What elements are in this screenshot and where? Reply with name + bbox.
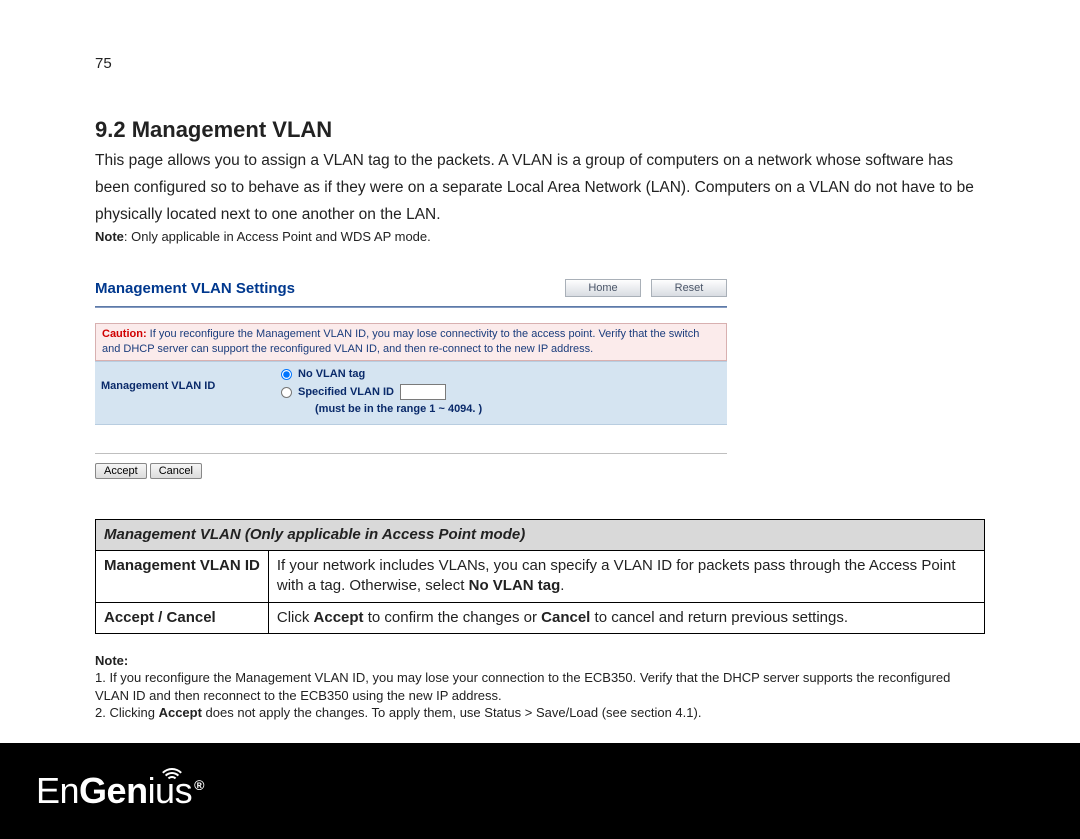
vlan-id-label: Management VLAN ID (95, 362, 277, 424)
accept-button[interactable]: Accept (95, 463, 147, 479)
settings-panel: Management VLAN Settings Home Reset Caut… (95, 279, 727, 478)
settings-title: Management VLAN Settings (95, 280, 565, 297)
note-label: Note (95, 229, 124, 244)
note-text: : Only applicable in Access Point and WD… (124, 229, 431, 244)
row-desc: If your network includes VLANs, you can … (268, 551, 984, 603)
vlan-range-hint: (must be in the range 1 ~ 4094. ) (315, 401, 482, 419)
cancel-button[interactable]: Cancel (150, 463, 202, 479)
caution-box: Caution: If you reconfigure the Manageme… (95, 323, 727, 361)
specified-vlan-label: Specified VLAN ID (298, 384, 394, 402)
section-heading: 9.2 Management VLAN (95, 117, 985, 143)
engenius-logo: EnGenius® (36, 770, 204, 812)
footnote-1: 1. If you reconfigure the Management VLA… (95, 669, 985, 704)
home-button[interactable]: Home (565, 279, 641, 297)
vlan-id-input[interactable] (400, 384, 446, 400)
footnotes: Note: 1. If you reconfigure the Manageme… (95, 652, 985, 722)
row-desc: Click Accept to confirm the changes or C… (268, 602, 984, 633)
intro-paragraph: This page allows you to assign a VLAN ta… (95, 147, 985, 228)
description-table: Management VLAN (Only applicable in Acce… (95, 519, 985, 634)
no-vlan-radio[interactable] (281, 369, 292, 380)
vlan-id-row: Management VLAN ID No VLAN tag Specified… (95, 361, 727, 425)
applicability-note: Note: Only applicable in Access Point an… (95, 229, 985, 244)
footnote-2: 2. Clicking Accept does not apply the ch… (95, 704, 985, 722)
reset-button[interactable]: Reset (651, 279, 727, 297)
row-label: Accept / Cancel (96, 602, 269, 633)
row-label: Management VLAN ID (96, 551, 269, 603)
specified-vlan-radio[interactable] (281, 387, 292, 398)
settings-divider (95, 306, 727, 308)
table-row: Accept / Cancel Click Accept to confirm … (96, 602, 985, 633)
horizontal-rule (95, 453, 727, 454)
table-header: Management VLAN (Only applicable in Acce… (96, 519, 985, 550)
caution-text: If you reconfigure the Management VLAN I… (102, 328, 699, 355)
footer-bar: EnGenius® (0, 743, 1080, 839)
page-number: 75 (95, 55, 985, 72)
wifi-icon (155, 766, 185, 782)
footnote-label: Note: (95, 652, 985, 670)
no-vlan-label: No VLAN tag (298, 366, 365, 384)
caution-label: Caution: (102, 328, 147, 340)
table-row: Management VLAN ID If your network inclu… (96, 551, 985, 603)
